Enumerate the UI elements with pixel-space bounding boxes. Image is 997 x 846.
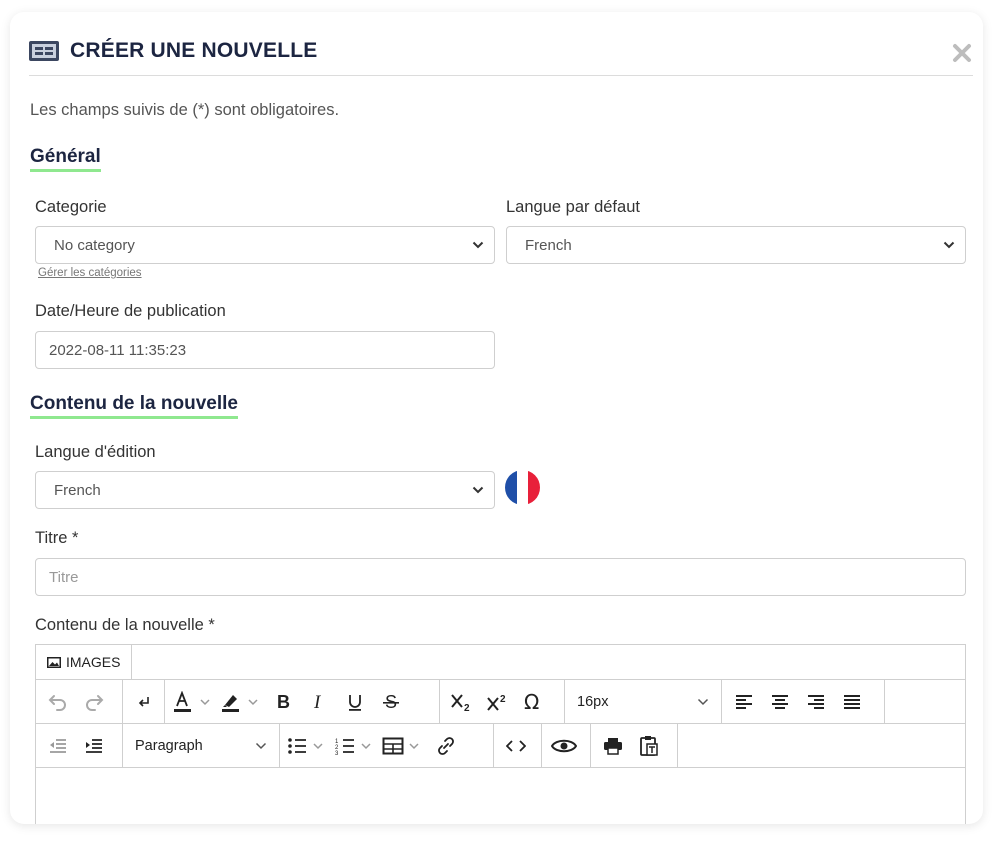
font-size-value: 16px (577, 693, 609, 710)
link-icon[interactable] (428, 729, 464, 763)
redo-icon[interactable] (76, 685, 112, 719)
bold-icon[interactable]: B (265, 685, 301, 719)
indent-icon[interactable] (76, 729, 112, 763)
create-news-modal: CRÉER UNE NOUVELLE Les champs suivis de … (10, 12, 983, 824)
publish-date-input[interactable]: 2022-08-11 11:35:23 (35, 331, 495, 369)
newspaper-icon (29, 41, 59, 61)
modal-header: CRÉER UNE NOUVELLE (29, 39, 317, 63)
default-language-select[interactable]: French (506, 226, 966, 264)
subscript-icon[interactable]: 2 (444, 685, 480, 719)
code-icon[interactable] (498, 729, 534, 763)
title-placeholder: Titre (49, 568, 79, 586)
rich-text-editor: IMAGES B I S 2 2 Ω (35, 644, 966, 824)
category-label: Categorie (35, 198, 107, 216)
svg-text:B: B (277, 693, 290, 711)
svg-text:Ω: Ω (524, 692, 539, 712)
svg-text:3: 3 (335, 751, 339, 755)
svg-text:2: 2 (464, 703, 470, 712)
category-value: No category (54, 236, 135, 254)
publish-date-value: 2022-08-11 11:35:23 (49, 341, 187, 359)
numbered-list-icon[interactable]: 123 (332, 729, 380, 763)
title-input[interactable]: Titre (35, 558, 966, 596)
default-language-label: Langue par défaut (506, 198, 640, 216)
default-language-value: French (525, 236, 572, 254)
french-flag-icon (505, 470, 540, 505)
svg-text:2: 2 (500, 694, 506, 705)
close-icon[interactable] (951, 42, 973, 64)
block-format-select[interactable]: Paragraph (123, 724, 279, 767)
modal-title: CRÉER UNE NOUVELLE (70, 39, 318, 62)
edit-language-select[interactable]: French (35, 471, 495, 509)
chevron-down-icon (472, 486, 484, 494)
align-right-icon[interactable] (798, 685, 834, 719)
manage-categories-link[interactable]: Gérer les catégories (38, 267, 142, 279)
align-center-icon[interactable] (762, 685, 798, 719)
images-button[interactable]: IMAGES (36, 645, 133, 679)
title-label: Titre * (35, 529, 79, 547)
strikethrough-icon[interactable]: S (373, 685, 409, 719)
underline-icon[interactable] (337, 685, 373, 719)
align-left-icon[interactable] (726, 685, 762, 719)
text-color-icon[interactable] (169, 685, 217, 719)
chevron-down-icon (472, 241, 484, 249)
bullet-list-icon[interactable] (284, 729, 332, 763)
editor-content-area[interactable] (36, 768, 965, 824)
block-format-value: Paragraph (135, 737, 203, 754)
svg-text:I: I (313, 693, 322, 711)
outdent-icon[interactable] (40, 729, 76, 763)
edit-language-label: Langue d'édition (35, 443, 156, 461)
editor-toolbar-2: Paragraph 123 (36, 724, 965, 768)
body-label: Contenu de la nouvelle * (35, 616, 215, 634)
paste-text-icon[interactable] (631, 729, 667, 763)
line-break-icon[interactable] (127, 685, 160, 719)
preview-icon[interactable] (546, 729, 582, 763)
section-title-content: Contenu de la nouvelle (30, 393, 238, 419)
edit-language-value: French (54, 481, 101, 499)
images-label: IMAGES (66, 654, 121, 670)
justify-icon[interactable] (834, 685, 870, 719)
print-icon[interactable] (595, 729, 631, 763)
chevron-down-icon (943, 241, 955, 249)
undo-icon[interactable] (40, 685, 76, 719)
section-title-general: Général (30, 146, 101, 172)
editor-menubar: IMAGES (36, 645, 965, 680)
header-divider (29, 75, 973, 76)
chevron-down-icon (255, 742, 267, 749)
editor-toolbar-1: B I S 2 2 Ω 16px (36, 680, 965, 724)
highlight-icon[interactable] (217, 685, 265, 719)
superscript-icon[interactable]: 2 (480, 685, 516, 719)
category-select[interactable]: No category (35, 226, 495, 264)
italic-icon[interactable]: I (301, 685, 337, 719)
font-size-select[interactable]: 16px (565, 680, 721, 723)
required-fields-note: Les champs suivis de (*) sont obligatoir… (30, 101, 340, 119)
chevron-down-icon (697, 698, 709, 705)
special-char-icon[interactable]: Ω (516, 685, 552, 719)
publish-date-label: Date/Heure de publication (35, 302, 226, 320)
table-icon[interactable] (380, 729, 428, 763)
image-icon (47, 656, 61, 668)
